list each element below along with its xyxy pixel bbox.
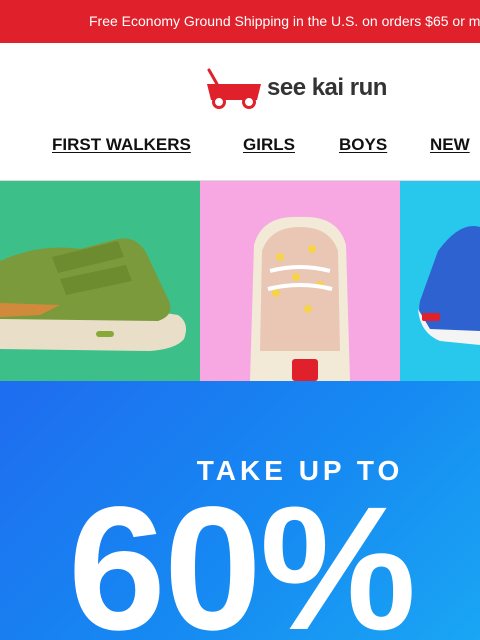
green-sneaker-image: [0, 238, 186, 351]
product-tile-first-walkers[interactable]: [0, 181, 200, 381]
nav-item-first-walkers[interactable]: FIRST WALKERS: [52, 135, 191, 155]
product-tile-girls[interactable]: [200, 181, 400, 381]
product-tile-boys[interactable]: [400, 181, 480, 381]
main-nav: FIRST WALKERS GIRLS BOYS NEW: [0, 130, 480, 160]
nav-item-girls[interactable]: GIRLS: [243, 135, 295, 155]
red-wagon-icon: [207, 68, 261, 109]
brand-name: see kai run: [267, 74, 387, 101]
sale-hero-banner[interactable]: TAKE UP TO 60%: [0, 381, 480, 640]
brand-logo[interactable]: see kai run: [205, 66, 395, 110]
floral-sneaker-image: [250, 216, 350, 381]
promo-text: Free Economy Ground Shipping in the U.S.…: [89, 13, 480, 29]
blue-sneaker-image: [418, 226, 480, 345]
promo-banner[interactable]: Free Economy Ground Shipping in the U.S.…: [0, 0, 480, 43]
hero-discount: 60%: [68, 471, 416, 640]
nav-item-boys[interactable]: BOYS: [339, 135, 387, 155]
nav-item-new[interactable]: NEW: [430, 135, 470, 155]
